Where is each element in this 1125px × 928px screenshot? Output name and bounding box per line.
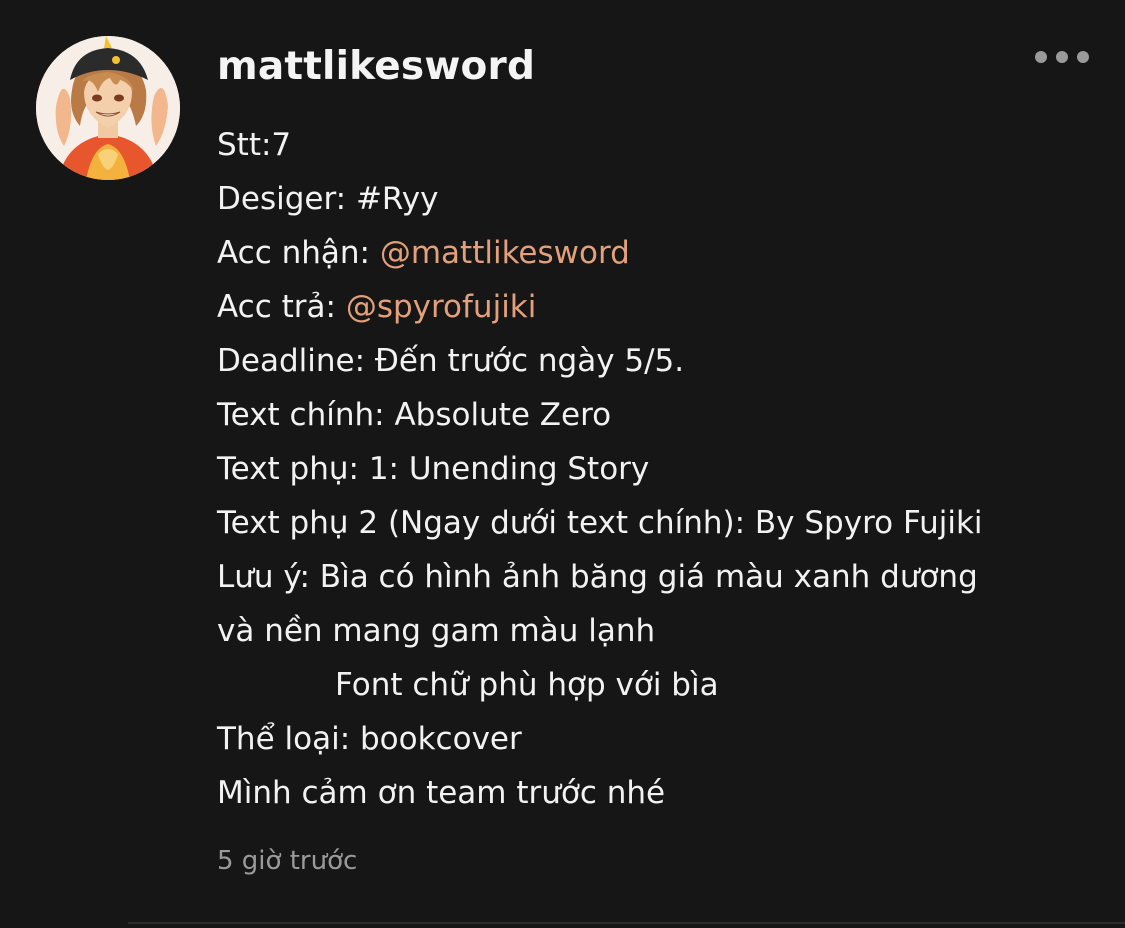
acc-return-label: Acc trả: [217, 289, 346, 325]
line-deadline: Deadline: Đến trước ngày 5/5. [217, 343, 685, 379]
line-category: Thể loại: bookcover [217, 721, 522, 757]
mention-link[interactable]: @spyrofujiki [346, 289, 537, 325]
more-horizontal-icon-dot [1056, 51, 1068, 63]
line-note-2: và nền mang gam màu lạnh [217, 613, 656, 649]
line-designer: Desiger: #Ryy [217, 181, 439, 217]
divider [128, 922, 1125, 924]
more-horizontal-icon [1035, 51, 1047, 63]
line-main-text: Text chính: Absolute Zero [217, 397, 612, 433]
line-note-1: Lưu ý: Bìa có hình ảnh băng giá màu xanh… [217, 559, 978, 595]
comment-card: mattlikesword Stt:7 Desiger: #Ryy Acc nh… [0, 0, 1125, 928]
line-sub-text-1: Text phụ: 1: Unending Story [217, 451, 650, 487]
line-stt: Stt:7 [217, 127, 292, 163]
username[interactable]: mattlikesword [217, 44, 535, 89]
line-acc-return: Acc trả: @spyrofujiki [217, 280, 1097, 334]
timestamp: 5 giờ trước [217, 846, 358, 876]
line-acc-receive: Acc nhận: @mattlikesword [217, 226, 1097, 280]
line-note-3: Font chữ phù hợp với bìa [335, 667, 719, 703]
more-horizontal-icon-dot [1077, 51, 1089, 63]
acc-receive-label: Acc nhận: [217, 235, 380, 271]
mention-link[interactable]: @mattlikesword [380, 235, 630, 271]
line-sub-text-2: Text phụ 2 (Ngay dưới text chính): By Sp… [217, 505, 983, 541]
more-options-button[interactable] [1026, 44, 1098, 70]
avatar-illustration [36, 36, 180, 180]
comment-text: Stt:7 Desiger: #Ryy Acc nhận: @mattlikes… [217, 118, 1097, 820]
avatar[interactable] [36, 36, 180, 180]
line-thanks: Mình cảm ơn team trước nhé [217, 775, 666, 811]
